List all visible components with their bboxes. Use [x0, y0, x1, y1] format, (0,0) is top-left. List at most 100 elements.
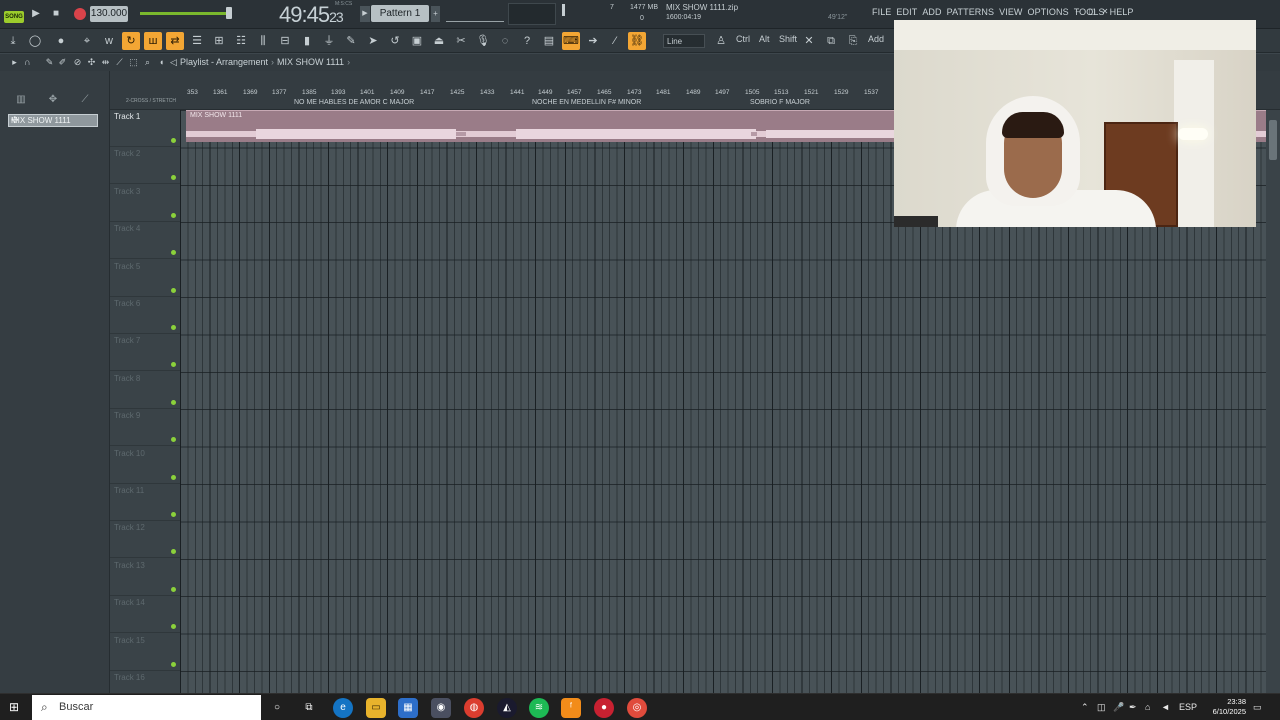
tray-mic-icon[interactable]: 🎤 [1113, 702, 1124, 713]
track-name[interactable]: Track 6 [114, 299, 140, 308]
tray-volume-icon[interactable]: ◄ [1161, 702, 1170, 712]
fl-studio-icon[interactable]: ᶠ [561, 698, 581, 718]
step-edit-icon[interactable]: ⇄ [166, 32, 184, 50]
save-icon[interactable]: ⤓ [4, 32, 22, 50]
refresh-icon[interactable]: ↺ [386, 32, 404, 50]
picker-pattern-icon[interactable]: ▥ [14, 93, 28, 107]
track-header[interactable]: Track 1 [110, 110, 180, 147]
shift-key[interactable]: Shift [779, 34, 797, 44]
track-mute-led[interactable] [171, 399, 176, 405]
options-arrow-icon[interactable]: ▸ [9, 57, 20, 68]
mixer-icon[interactable]: ⫼ [254, 32, 272, 50]
track-name[interactable]: Track 16 [114, 673, 145, 682]
snap-line-field[interactable] [446, 5, 504, 22]
edge-icon[interactable]: e [333, 698, 353, 718]
stop-icon[interactable]: ■ [48, 6, 64, 22]
loop-record-icon[interactable]: ш [144, 32, 162, 50]
chat-icon[interactable]: ◌ [496, 32, 514, 50]
arrow-right-icon[interactable]: ➔ [584, 32, 602, 50]
knob-icon[interactable]: ● [52, 32, 70, 50]
cortana-icon[interactable]: ○ [267, 698, 287, 718]
master-volume-slider[interactable] [140, 12, 232, 15]
menu-view[interactable]: VIEW [999, 7, 1022, 17]
timeline-marker[interactable]: NO ME HABLES DE AMOR C MAJOR [294, 99, 414, 106]
tray-language[interactable]: ESP [1179, 702, 1197, 712]
task-view-icon[interactable]: ⧉ [299, 698, 319, 718]
track-name[interactable]: Track 2 [114, 149, 140, 158]
pencil-icon[interactable]: ✎ [342, 32, 360, 50]
zoom-tool-icon[interactable]: ⌕ [142, 57, 153, 68]
track-header[interactable]: Track 4 [110, 222, 180, 260]
track-name[interactable]: Track 15 [114, 636, 145, 645]
start-icon[interactable]: ⊞ [9, 701, 21, 713]
line-mode-select[interactable]: Line [663, 34, 705, 48]
track-header[interactable]: Track 14 [110, 596, 180, 634]
timeline-marker[interactable]: SOBRIO F MAJOR [750, 99, 810, 106]
track-name[interactable]: Track 14 [114, 598, 145, 607]
track-header[interactable]: Track 2 [110, 147, 180, 185]
track-mute-led[interactable] [171, 549, 176, 555]
play-icon[interactable]: ▶ [28, 6, 44, 22]
track-name[interactable]: Track 4 [114, 224, 140, 233]
time-display[interactable]: 49:4523 [279, 2, 344, 28]
obs-icon[interactable]: ◭ [497, 698, 517, 718]
mute-tool-icon[interactable]: ✣ [86, 57, 97, 68]
plugin-icon[interactable]: ▮ [298, 32, 316, 50]
track-name[interactable]: Track 5 [114, 262, 140, 271]
touch-keyboard-icon[interactable]: ⌨ [562, 32, 580, 50]
ctrl-key[interactable]: Ctrl [736, 34, 750, 44]
track-mute-led[interactable] [171, 624, 176, 630]
browser-icon[interactable]: ⊟ [276, 32, 294, 50]
notification-icon[interactable]: ▭ [1253, 702, 1262, 713]
track-mute-led[interactable] [171, 474, 176, 480]
arrangement-name[interactable]: MIX SHOW 1111 [277, 57, 344, 67]
piano-roll-icon[interactable]: ⊞ [210, 32, 228, 50]
maximize-icon[interactable]: ▢ [1087, 7, 1097, 17]
scrollbar-thumb[interactable] [1269, 120, 1277, 160]
track-name[interactable]: Track 8 [114, 374, 140, 383]
wave-icon[interactable]: ᴡ [100, 32, 118, 50]
menu-patterns[interactable]: PATTERNS [947, 7, 994, 17]
pattern-selector[interactable]: Pattern 1 [371, 5, 429, 22]
disk-icon[interactable]: ▣ [408, 32, 426, 50]
pattern-prev-icon[interactable]: ▶ [360, 6, 370, 22]
track-name[interactable]: Track 1 [114, 112, 140, 121]
speaker-icon[interactable]: ◁ [168, 57, 179, 68]
track-header[interactable]: Track 11 [110, 484, 180, 521]
paint-tool-icon[interactable]: ✐ [57, 57, 68, 68]
copy-icon[interactable]: ⧉ [822, 32, 840, 50]
store-icon[interactable]: ▦ [398, 698, 418, 718]
tray-pen-icon[interactable]: ✒ [1129, 702, 1137, 713]
pattern-add-icon[interactable]: + [431, 6, 440, 22]
mic-icon[interactable]: 🎙 [474, 32, 492, 50]
track-header[interactable]: Track 15 [110, 634, 180, 671]
track-name[interactable]: Track 3 [114, 187, 140, 196]
track-header[interactable]: Track 12 [110, 521, 180, 559]
draw-tool-icon[interactable]: ✎ [44, 57, 55, 68]
timeline-marker[interactable]: NOCHE EN MEDELLIN F# MINOR [532, 99, 641, 106]
slice-tool-icon[interactable]: ⟋ [114, 57, 125, 68]
track-mute-led[interactable] [171, 661, 176, 667]
picker-expand-icon[interactable]: ✣ [11, 115, 95, 126]
undo-icon[interactable]: ◯ [26, 32, 44, 50]
file-explorer-icon[interactable]: ▭ [366, 698, 386, 718]
metronome-icon[interactable]: ♙ [712, 32, 730, 50]
menu-help[interactable]: HELP [1110, 7, 1134, 17]
track-mute-led[interactable] [171, 362, 176, 368]
track-header[interactable]: Track 6 [110, 297, 180, 334]
track-mute-led[interactable] [171, 212, 176, 218]
select-tool-icon[interactable]: ⬚ [128, 57, 139, 68]
track-mute-led[interactable] [171, 250, 176, 256]
track-header[interactable]: Track 7 [110, 334, 180, 372]
track-name[interactable]: Track 11 [114, 486, 144, 495]
playlist-icon[interactable]: ☰ [188, 32, 206, 50]
track-name[interactable]: Track 7 [114, 336, 140, 345]
delete-icon[interactable]: ✕ [800, 32, 818, 50]
add-label[interactable]: Add [868, 34, 884, 44]
alt-key[interactable]: Alt [759, 34, 770, 44]
send-icon[interactable]: ➤ [364, 32, 382, 50]
render-icon[interactable]: ⏏ [430, 32, 448, 50]
taskbar-clock[interactable]: 23:38 6/10/2025 [1198, 697, 1246, 717]
track-name[interactable]: Track 12 [114, 523, 145, 532]
ruler-control-label[interactable]: 2-CROSS / STRETCH [126, 98, 176, 104]
